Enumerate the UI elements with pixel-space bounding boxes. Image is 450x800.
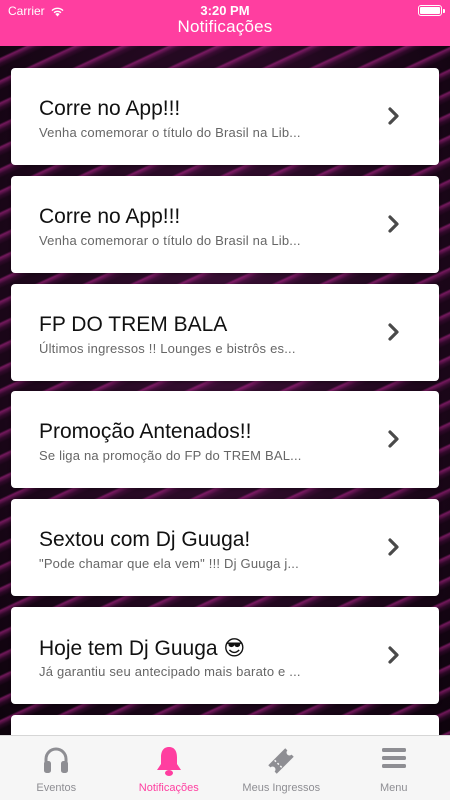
notification-title: Promoção Antenados!! <box>39 420 252 443</box>
tab-eventos[interactable]: Eventos <box>0 736 113 800</box>
notification-card[interactable]: Hoje tem Dj Guuga 😎 Já garantiu seu ante… <box>11 607 439 704</box>
menu-icon <box>381 748 406 768</box>
notification-card[interactable]: Corre no App!!! Venha comemorar o título… <box>11 176 439 273</box>
battery-icon <box>418 5 445 16</box>
notification-subtitle: "Pode chamar que ela vem" !!! Dj Guuga j… <box>39 556 299 571</box>
notification-subtitle: Já garantiu seu antecipado mais barato e… <box>39 664 301 679</box>
notification-card[interactable]: FP DO TREM BALA Últimos ingressos !! Lou… <box>11 284 439 381</box>
status-time: 3:20 PM <box>200 3 250 18</box>
notification-title: FP DO TREM BALA <box>39 313 228 336</box>
tab-label: Notificações <box>138 782 199 794</box>
tab-label: Eventos <box>36 782 77 794</box>
notification-title: Sextou com Dj Guuga! <box>39 528 251 551</box>
headphones-icon <box>44 747 69 773</box>
ticket-icon <box>268 748 294 774</box>
notification-card[interactable]: Sextou com Dj Guuga! "Pode chamar que el… <box>11 499 439 596</box>
tab-label: Meus Ingressos <box>242 782 321 794</box>
chevron-right-icon <box>388 107 399 125</box>
notification-subtitle: Venha comemorar o título do Brasil na Li… <box>39 125 301 140</box>
tab-meus-ingressos[interactable]: Meus Ingressos <box>225 736 338 800</box>
chevron-right-icon <box>388 215 399 233</box>
notification-subtitle: Se liga na promoção do FP do TREM BAL... <box>39 448 302 463</box>
notification-title: Hoje tem Dj Guuga 😎 <box>39 637 246 660</box>
status-bar: Carrier 3:20 PM <box>0 0 450 22</box>
chevron-right-icon <box>388 323 399 341</box>
tab-label: Menu <box>379 782 408 794</box>
chevron-right-icon <box>388 538 399 556</box>
notification-title: Corre no App!!! <box>39 205 181 228</box>
chevron-right-icon <box>388 646 399 664</box>
notification-subtitle: Venha comemorar o título do Brasil na Li… <box>39 233 301 248</box>
notifications-list[interactable]: Corre no App!!! Venha comemorar o título… <box>0 46 450 735</box>
tab-bar: Eventos Notificações Meus Ingressos Menu <box>0 735 450 800</box>
tab-notificacoes[interactable]: Notificações <box>113 736 226 800</box>
notification-title: Corre no App!!! <box>39 97 181 120</box>
app-header: Carrier 3:20 PM Notificações <box>0 0 450 46</box>
chevron-right-icon <box>388 430 399 448</box>
notification-subtitle: Últimos ingressos !! Lounges e bistrôs e… <box>39 341 296 356</box>
notification-card[interactable]: Promoção Antenados!! Se liga na promoção… <box>11 391 439 488</box>
notification-card-partial[interactable] <box>11 715 439 735</box>
bell-icon <box>156 747 181 776</box>
notification-card[interactable]: Corre no App!!! Venha comemorar o título… <box>11 68 439 165</box>
tab-menu[interactable]: Menu <box>338 736 450 800</box>
